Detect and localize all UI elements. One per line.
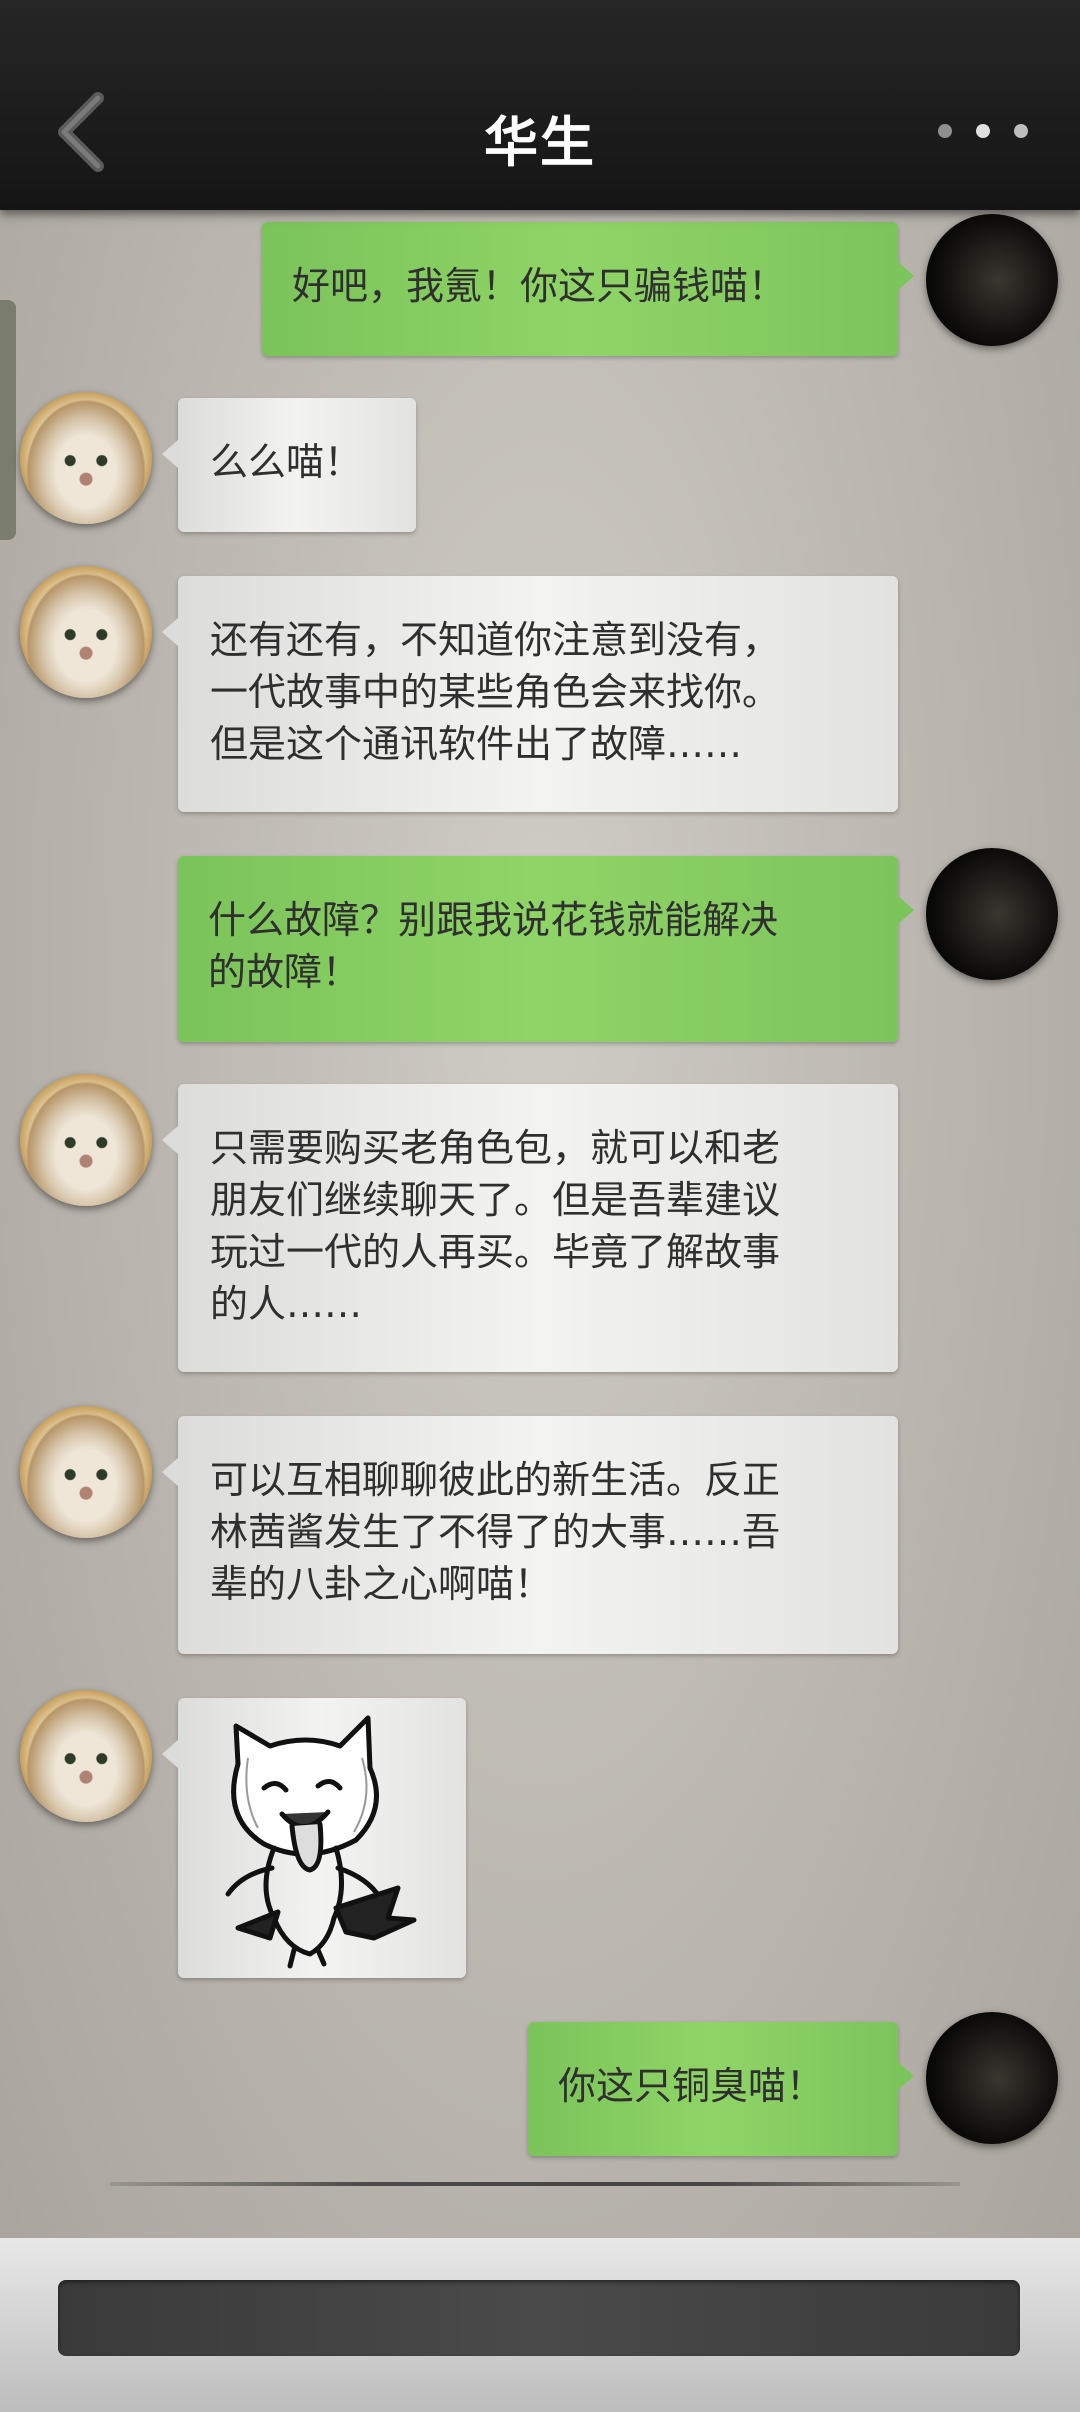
- message-input[interactable]: [58, 2280, 1020, 2356]
- top-bar: 华生: [0, 0, 1080, 210]
- more-button[interactable]: [938, 118, 1038, 148]
- user-avatar[interactable]: [926, 2012, 1058, 2144]
- cat-avatar[interactable]: [20, 1406, 152, 1538]
- more-dot: [1014, 124, 1028, 138]
- message-bubble: 还有还有，不知道你注意到没有， 一代故事中的某些角色会来找你。 但是这个通讯软件…: [162, 576, 898, 812]
- cat-avatar[interactable]: [20, 566, 152, 698]
- user-avatar[interactable]: [926, 214, 1058, 346]
- message-text: 么么喵！: [210, 440, 363, 484]
- sticker-bubble[interactable]: [162, 1698, 466, 1978]
- more-dot: [976, 124, 990, 138]
- cat-avatar[interactable]: [20, 1690, 152, 1822]
- message-text: 你这只铜臭喵！: [558, 2064, 825, 2108]
- cat-avatar[interactable]: [20, 1074, 152, 1206]
- side-drawer-handle[interactable]: [0, 300, 16, 540]
- message-text: 还有还有，不知道你注意到没有， 一代故事中的某些角色会来找你。 但是这个通讯软件…: [210, 618, 781, 766]
- message-text: 可以互相聊聊彼此的新生活。反正 林茜酱发生了不得了的大事……吾 辈的八卦之心啊喵…: [210, 1458, 781, 1606]
- message-bubble: 好吧，我氪！你这只骗钱喵！: [262, 222, 914, 356]
- message-text: 只需要购买老角色包，就可以和老 朋友们继续聊天了。但是吾辈建议 玩过一代的人再买…: [210, 1126, 781, 1326]
- message-text: 好吧，我氪！你这只骗钱喵！: [292, 264, 787, 308]
- message-bubble: 你这只铜臭喵！: [528, 2022, 914, 2156]
- composer-bar: [0, 2238, 1080, 2412]
- message-bubble: 可以互相聊聊彼此的新生活。反正 林茜酱发生了不得了的大事……吾 辈的八卦之心啊喵…: [162, 1416, 898, 1654]
- message-bubble: 什么故障？别跟我说花钱就能解决 的故障！: [178, 856, 914, 1042]
- chat-title: 华生: [484, 110, 596, 174]
- cat-avatar[interactable]: [20, 392, 152, 524]
- message-text: 什么故障？别跟我说花钱就能解决 的故障！: [208, 898, 779, 994]
- message-bubble: 么么喵！: [162, 398, 416, 532]
- cartoon-cat-sticker: [225, 1715, 417, 1969]
- message-bubble: 只需要购买老角色包，就可以和老 朋友们继续聊天了。但是吾辈建议 玩过一代的人再买…: [162, 1084, 898, 1372]
- more-dots-icon: [938, 124, 952, 138]
- divider: [110, 2182, 960, 2186]
- user-avatar[interactable]: [926, 848, 1058, 980]
